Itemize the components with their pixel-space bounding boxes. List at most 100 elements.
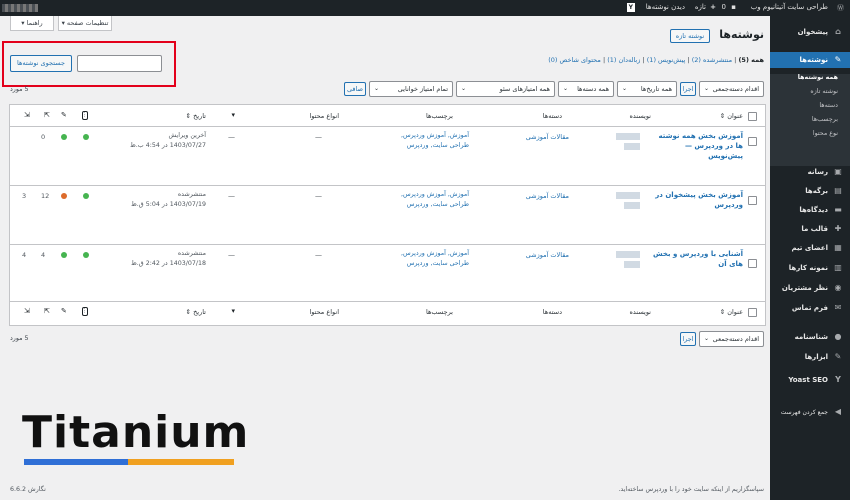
sidebar-item-9[interactable]: ◉ نظر مشتریان [770,280,850,296]
user-account-avatar[interactable] [2,4,38,12]
plus-icon[interactable]: + [710,3,716,11]
filter-published-link[interactable]: منتشرشده (2) [692,56,732,64]
post-title-link[interactable]: آشنایی با وردپرس و بخش های آن [651,249,743,269]
outgoing-links-icon[interactable]: ⇱ [44,307,50,315]
search-posts-input[interactable] [77,55,162,72]
select-all-checkbox-bottom[interactable] [748,308,757,317]
category-link[interactable]: مقالات آموزشی [526,251,569,259]
column-date-footer[interactable]: تاریخ ⇕ [186,308,206,316]
sidebar-item-label: رسانه [807,168,828,176]
author-name-blurred[interactable] [616,133,640,140]
sidebar-item-14[interactable]: ◀ جمع کردن فهرست [770,404,850,420]
row-checkbox[interactable] [748,137,757,146]
post-date: آخرین ویرایش 1403/07/27 در 4:54 ب.ظ [124,131,206,151]
author-name-blurred[interactable] [616,192,640,199]
submenu-item-3[interactable]: دسته‌ها [770,100,850,112]
filter-button[interactable]: صافی [344,82,366,96]
sidebar-item-10[interactable]: ✉ فرم تماس [770,300,850,316]
sidebar-item-icon: ⌂ [835,27,841,36]
sidebar-item-1[interactable]: ⌂ پیشخوان [770,24,850,40]
column-tags-header: برچسب‌ها [425,112,453,120]
category-filter-select[interactable]: همه دسته‌ها ⌄ [558,81,614,97]
submenu-item-5[interactable]: نوع محتوا [770,128,850,140]
row-checkbox[interactable] [748,196,757,205]
sidebar-item-12[interactable]: ✎ ابزارها [770,349,850,365]
post-title-link[interactable]: آموزش بخش پیشخوان در وردپرس [651,190,743,210]
admin-sidebar: ⌂ پیشخوان ✎ نوشته‌ها ▣ رسانه ▤ برگه‌ها ▬ دیدگاه‌ه… [770,16,850,500]
table-row: آشنایی با وردپرس و بخش های آن مقالات آمو… [10,245,765,303]
comments-column-icon[interactable]: ▾ [231,307,235,315]
seo-score-column-icon[interactable]: ⋮ [82,111,88,120]
new-content-link[interactable]: تازه [695,3,706,11]
help-tab-button[interactable]: راهنما ▾ [10,16,54,31]
author-name-blurred[interactable] [616,251,640,258]
sidebar-item-label: دیدگاه‌ها [799,206,828,214]
filter-trash-link[interactable]: زباله‌دان (1) [607,56,640,64]
add-new-post-button[interactable]: نوشته تازه [670,29,710,43]
readability-filter-select[interactable]: تمام امتیاز خوانایی ⌄ [369,81,453,97]
sidebar-item-7[interactable]: ▦ اعضای تیم [770,240,850,256]
readability-column-icon[interactable]: ✎ [61,111,67,119]
select-all-checkbox[interactable] [748,112,757,121]
post-title-link[interactable]: آموزش بخش همه نوشته ها در وردپرس — پیش‌ن… [651,131,744,161]
tags-list[interactable]: آموزش, آموزش وردپرس, طراحی سایت, وردپرس [383,249,469,269]
chevron-down-icon: ⌄ [704,335,710,342]
filter-separator: | [642,56,645,64]
search-posts-button[interactable]: جستجوی نوشته‌ها [10,55,72,72]
bulk-action-select[interactable]: اقدام دسته‌جمعی ⌄ [699,81,764,97]
sidebar-item-3[interactable]: ▣ رسانه [770,164,850,180]
yoast-icon[interactable]: Y [626,3,635,12]
submenu-item-1[interactable]: همه نوشته‌ها [770,72,850,84]
view-posts-link[interactable]: دیدن نوشته‌ها [646,3,685,11]
logo-bar-blue [24,459,128,465]
incoming-links-icon[interactable]: ⇲ [24,307,30,315]
sidebar-item-5[interactable]: ▬ دیدگاه‌ها [770,202,850,218]
screen-options-button[interactable]: تنظیمات صفحه ▾ [58,16,112,31]
category-link[interactable]: مقالات آموزشی [526,133,569,141]
sidebar-item-6[interactable]: ✚ قالب ما [770,221,850,237]
filter-cornerstone-link[interactable]: محتوای شاخص (0) [548,56,601,64]
row-checkbox[interactable] [748,259,757,268]
bulk-apply-button[interactable]: اجرا [680,82,696,96]
category-link[interactable]: مقالات آموزشی [526,192,569,200]
submenu-item-4[interactable]: برچسب‌ها [770,114,850,126]
sidebar-item-label: اعضای تیم [791,244,828,252]
category-filter-label: همه دسته‌ها [577,85,609,93]
posts-table: عنوان ⇕ نویسنده دسته‌ها برچسب‌ها انواع م… [9,104,766,326]
bulk-action-select-bottom[interactable]: اقدام دسته‌جمعی ⌄ [699,331,764,347]
column-title-footer[interactable]: عنوان ⇕ [720,308,743,316]
incoming-links-icon[interactable]: ⇲ [24,111,30,119]
comments-count[interactable]: 0 [722,3,726,11]
sidebar-item-13[interactable]: Y Yoast SEO [770,372,850,388]
sidebar-item-4[interactable]: ▤ برگه‌ها [770,183,850,199]
sidebar-item-11[interactable]: ● شناسنامه [770,329,850,345]
tags-list[interactable]: آموزش, آموزش وردپرس, طراحی سایت, وردپرس [383,131,469,151]
filter-draft-link[interactable]: پیش‌نویس (1) [647,56,686,64]
tags-list[interactable]: آموزش, آموزش وردپرس, طراحی سایت, وردپرس [383,190,469,210]
column-date-header[interactable]: تاریخ ⇕ [186,112,206,120]
post-date-status: آخرین ویرایش [168,132,206,139]
seo-score-filter-select[interactable]: همه امتیازهای سئو ⌄ [456,81,555,97]
outgoing-links-icon[interactable]: ⇱ [44,111,50,119]
column-title-header[interactable]: عنوان ⇕ [720,112,743,120]
site-name-link[interactable]: طراحی سایت آتیتانیوم وب [751,3,828,11]
sidebar-item-2[interactable]: ✎ نوشته‌ها [770,52,850,68]
column-tags-footer: برچسب‌ها [425,308,453,316]
bulk-apply-button-bottom[interactable]: اجرا [680,332,696,346]
sidebar-item-icon: ✉ [834,303,842,312]
titanium-logo: Titanium [22,410,248,468]
seo-score-column-icon[interactable]: ⋮ [82,307,88,316]
incoming-links-count: 4 [22,251,27,259]
content-type-value: — [315,133,322,141]
readability-column-icon[interactable]: ✎ [61,307,67,315]
wordpress-logo-icon[interactable]: Ⓦ [837,3,844,13]
footer-version: نگارش 6.6.2 [10,486,46,493]
chevron-down-icon: ⌄ [461,85,467,92]
comments-column-icon[interactable]: ▾ [231,111,235,119]
filter-all-link[interactable]: همه (5) [738,56,764,64]
submenu-item-2[interactable]: نوشته تازه [770,86,850,98]
date-filter-select[interactable]: همه تاریخ‌ها ⌄ [617,81,677,97]
sidebar-item-label: جمع کردن فهرست [780,409,828,416]
sidebar-item-8[interactable]: ▥ نمونه کارها [770,260,850,276]
comments-icon[interactable]: ▪ [731,3,736,11]
